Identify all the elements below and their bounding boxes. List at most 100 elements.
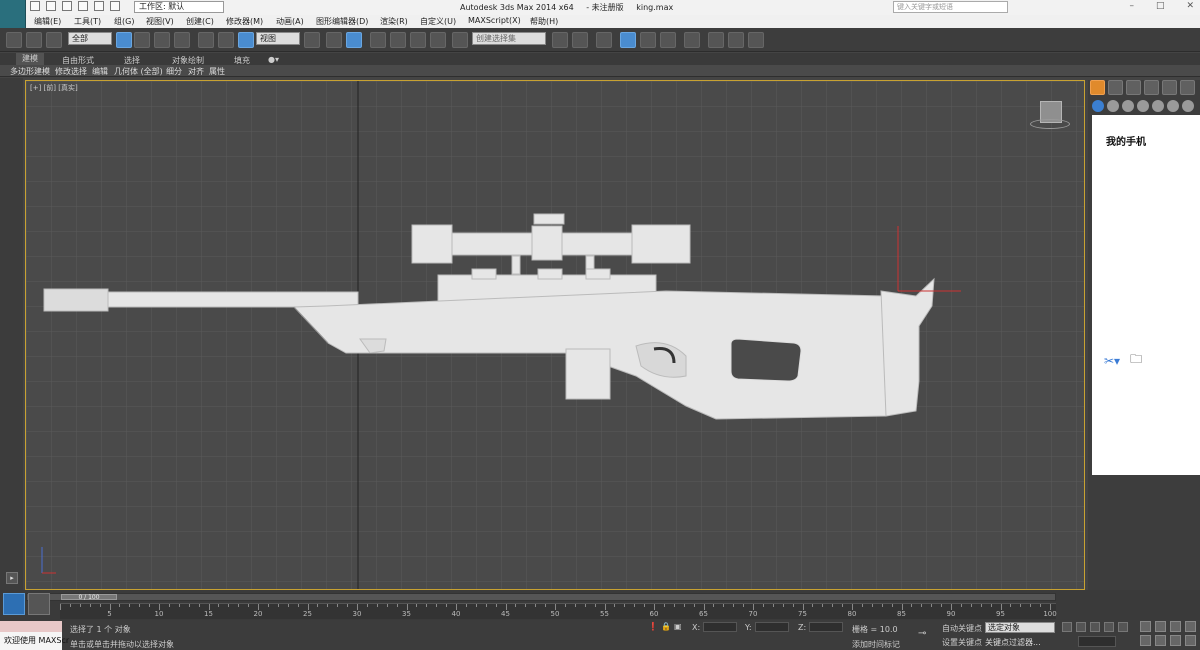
add-time-tag[interactable]: 添加时间标记 — [852, 639, 900, 650]
play-icon[interactable] — [1090, 622, 1100, 632]
x-field[interactable] — [703, 622, 738, 632]
ribbon-align[interactable]: 对齐 — [188, 66, 204, 77]
bind-spacewarp-icon[interactable] — [46, 32, 62, 48]
track-bar[interactable]: 5 10 15 20 25 30 35 40 45 50 55 60 65 70 75 80 85 90 95 100 — [60, 603, 1057, 619]
maxscript-welcome[interactable]: 欢迎使用 MAXScr — [0, 632, 69, 650]
graphite-modeling-tools-icon[interactable] — [620, 32, 636, 48]
shapes-icon[interactable] — [1107, 100, 1119, 112]
isolate-icon[interactable]: ❗ — [648, 622, 658, 631]
lock-selection-icon[interactable]: 🔒 — [661, 622, 671, 631]
menu-graph-editors[interactable]: 图形编辑器(D) — [316, 16, 368, 27]
systems-icon[interactable] — [1182, 100, 1194, 112]
ribbon-edit[interactable]: 编辑 — [92, 66, 108, 77]
menu-maxscript[interactable]: MAXScript(X) — [468, 16, 521, 25]
utilities-tab-icon[interactable] — [1180, 80, 1195, 95]
go-to-start-icon[interactable] — [1062, 622, 1072, 632]
select-object-icon[interactable] — [116, 32, 132, 48]
y-field[interactable] — [754, 622, 789, 632]
new-file-icon[interactable] — [30, 1, 40, 11]
set-key-button[interactable]: 设置关键点 — [942, 637, 982, 648]
render-production-icon[interactable] — [748, 32, 764, 48]
undo-icon[interactable] — [78, 1, 88, 11]
ribbon-geometry-all[interactable]: 几何体 (全部) — [114, 66, 163, 77]
close-button[interactable]: ✕ — [1186, 1, 1194, 11]
angle-snap-icon[interactable] — [390, 32, 406, 48]
spacewarps-icon[interactable] — [1167, 100, 1179, 112]
reference-coord-dropdown[interactable]: 视图 — [256, 32, 300, 45]
lights-icon[interactable] — [1122, 100, 1134, 112]
select-manipulate-icon[interactable] — [326, 32, 342, 48]
front-viewport[interactable]: [+] [前] [真实] — [25, 80, 1085, 590]
app-logo-icon[interactable] — [0, 0, 26, 28]
display-tab-icon[interactable] — [1162, 80, 1177, 95]
minimize-button[interactable]: – — [1129, 1, 1134, 11]
move-icon[interactable] — [198, 32, 214, 48]
menu-help[interactable]: 帮助(H) — [530, 16, 558, 27]
helpers-icon[interactable] — [1152, 100, 1164, 112]
open-file-icon[interactable] — [46, 1, 56, 11]
hold-icon[interactable] — [110, 1, 120, 11]
schematic-view-icon[interactable] — [660, 32, 676, 48]
maximize-viewport-icon[interactable] — [1185, 635, 1196, 646]
rectangular-selection-icon[interactable] — [154, 32, 170, 48]
maxscript-listener-top[interactable] — [0, 621, 62, 632]
scale-icon[interactable] — [238, 32, 254, 48]
field-of-view-icon[interactable] — [1140, 635, 1151, 646]
modify-tab-icon[interactable] — [1108, 80, 1123, 95]
zoom-extents-icon[interactable] — [1170, 621, 1181, 632]
ribbon-properties[interactable]: 属性 — [209, 66, 225, 77]
select-by-name-icon[interactable] — [134, 32, 150, 48]
menu-modifiers[interactable]: 修改器(M) — [226, 16, 263, 27]
next-frame-icon[interactable] — [1104, 622, 1114, 632]
motion-tab-icon[interactable] — [1144, 80, 1159, 95]
layer-manager-icon[interactable] — [596, 32, 612, 48]
keyboard-shortcut-override-icon[interactable] — [346, 32, 362, 48]
menu-customize[interactable]: 自定义(U) — [420, 16, 456, 27]
folder-icon[interactable]: 🗀 — [1130, 350, 1142, 371]
selection-filter-dropdown[interactable]: 全部 — [68, 32, 112, 45]
pivot-center-icon[interactable] — [304, 32, 320, 48]
create-tab-icon[interactable] — [1090, 80, 1105, 95]
cameras-icon[interactable] — [1137, 100, 1149, 112]
window-crossing-icon[interactable] — [174, 32, 190, 48]
zoom-all-icon[interactable] — [1155, 621, 1166, 632]
align-icon[interactable] — [572, 32, 588, 48]
auto-key-button[interactable]: 自动关键点 — [942, 623, 982, 634]
menu-edit[interactable]: 编辑(E) — [34, 16, 61, 27]
render-setup-icon[interactable] — [708, 32, 724, 48]
time-slider-thumb[interactable]: 0 / 100 — [61, 594, 117, 601]
mini-curve-editor-tab[interactable] — [3, 593, 25, 615]
current-frame-field[interactable] — [1078, 636, 1116, 647]
maximize-button[interactable]: □ — [1156, 1, 1165, 11]
menu-rendering[interactable]: 渲染(R) — [380, 16, 408, 27]
pan-icon[interactable] — [1155, 635, 1166, 646]
edit-named-selection-icon[interactable] — [452, 32, 468, 48]
spinner-snap-icon[interactable] — [430, 32, 446, 48]
menu-group[interactable]: 组(G) — [114, 16, 134, 27]
z-field[interactable] — [809, 622, 844, 632]
ribbon-subdivision[interactable]: 细分 — [166, 66, 182, 77]
viewport-label[interactable]: [+] [前] [真实] — [30, 83, 78, 93]
scissors-icon[interactable]: ✂▾ — [1104, 354, 1120, 368]
link-icon[interactable] — [6, 32, 22, 48]
tab-modeling[interactable]: 建模 — [16, 53, 44, 65]
menu-create[interactable]: 创建(C) — [186, 16, 214, 27]
hierarchy-tab-icon[interactable] — [1126, 80, 1141, 95]
unlink-icon[interactable] — [26, 32, 42, 48]
play-small-icon[interactable]: ▸ — [6, 572, 18, 584]
zoom-icon[interactable] — [1140, 621, 1151, 632]
previous-frame-icon[interactable] — [1076, 622, 1086, 632]
viewcube-compass-icon[interactable] — [1030, 119, 1070, 129]
curve-editor-icon[interactable] — [640, 32, 656, 48]
mini-listener-tab[interactable] — [28, 593, 50, 615]
geometry-icon[interactable] — [1092, 100, 1104, 112]
named-selection-set-dropdown[interactable]: 创建选择集 — [472, 32, 546, 45]
key-icon[interactable]: ⊸ — [918, 628, 926, 639]
percent-snap-icon[interactable] — [410, 32, 426, 48]
orbit-icon[interactable] — [1170, 635, 1181, 646]
go-to-end-icon[interactable] — [1118, 622, 1128, 632]
zoom-extents-all-icon[interactable] — [1185, 621, 1196, 632]
absolute-mode-icon[interactable]: ▣ — [674, 622, 682, 631]
help-search-input[interactable]: 键入关键字或短语 — [893, 1, 1008, 13]
rotate-icon[interactable] — [218, 32, 234, 48]
